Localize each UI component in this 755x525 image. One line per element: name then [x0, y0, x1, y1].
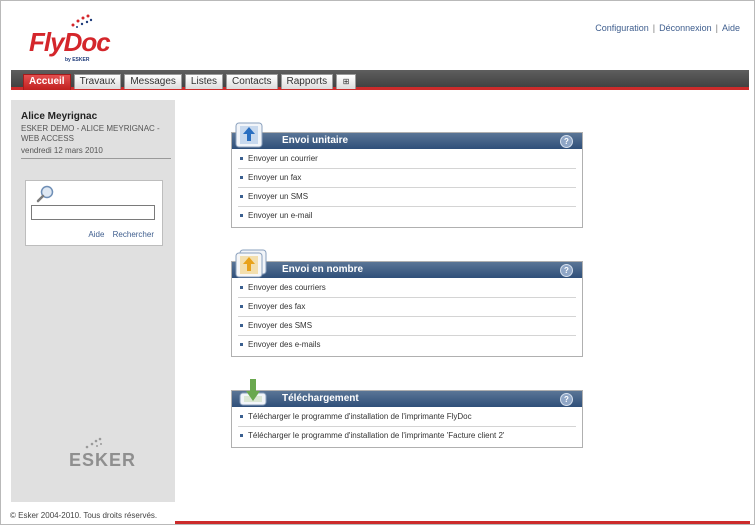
bullet-icon	[240, 176, 243, 179]
help-icon[interactable]: ?	[560, 393, 573, 406]
panel-header: Téléchargement ?	[232, 379, 582, 407]
tab-messages[interactable]: Messages	[124, 74, 182, 89]
magnifier-icon	[36, 185, 54, 203]
bullet-icon	[240, 214, 243, 217]
panel-header: Envoi unitaire ?	[232, 122, 582, 149]
list-item[interactable]: Envoyer des e-mails	[238, 335, 576, 354]
logo-text: FlyDoc	[29, 27, 111, 57]
search-input[interactable]	[31, 205, 155, 220]
user-name: Alice Meyrignac	[21, 111, 98, 122]
panel-download: Téléchargement ? Télécharger le programm…	[231, 379, 583, 448]
send-sms-link[interactable]: Envoyer un SMS	[248, 192, 308, 201]
help-icon[interactable]: ?	[560, 264, 573, 277]
panel-header: Envoi en nombre ?	[232, 249, 582, 278]
list-item[interactable]: Télécharger le programme d'installation …	[238, 426, 576, 445]
search-box: Aide Rechercher	[25, 180, 163, 246]
sidebar-divider	[21, 158, 171, 159]
bullet-icon	[240, 286, 243, 289]
send-fax-link[interactable]: Envoyer un fax	[248, 173, 301, 182]
panel-bulk-send: Envoi en nombre ? Envoyer des courriers …	[231, 249, 583, 357]
list-item[interactable]: Envoyer un courrier	[238, 150, 576, 168]
tab-bar: Accueil Travaux Messages Listes Contacts…	[23, 74, 357, 90]
help-icon[interactable]: ?	[560, 135, 573, 148]
list-item[interactable]: Envoyer un SMS	[238, 187, 576, 206]
list-item[interactable]: Envoyer des SMS	[238, 316, 576, 335]
list-item[interactable]: Envoyer des courriers	[238, 279, 576, 297]
panel-items: Envoyer des courriers Envoyer des fax En…	[232, 278, 582, 356]
tab-contacts[interactable]: Contacts	[226, 74, 278, 89]
list-item[interactable]: Télécharger le programme d'installation …	[238, 408, 576, 426]
flydoc-logo[interactable]: FlyDoc by ESKER	[29, 13, 119, 65]
download-flydoc-printer-link[interactable]: Télécharger le programme d'installation …	[248, 412, 472, 421]
esker-logo: ESKER	[69, 436, 149, 476]
logout-link[interactable]: Déconnexion	[659, 23, 712, 33]
tab-travaux[interactable]: Travaux	[73, 74, 122, 89]
list-item[interactable]: Envoyer des fax	[238, 297, 576, 316]
separator: |	[715, 23, 718, 33]
send-emails-link[interactable]: Envoyer des e-mails	[248, 340, 320, 349]
current-date: vendredi 12 mars 2010	[21, 146, 103, 155]
separator: |	[652, 23, 656, 33]
bullet-icon	[240, 195, 243, 198]
panel-title: Envoi en nombre	[282, 264, 364, 275]
top-links: Configuration | Déconnexion | Aide	[595, 23, 740, 33]
logo-subtext: by ESKER	[65, 57, 90, 63]
tab-rapports[interactable]: Rapports	[280, 74, 334, 89]
app-window: FlyDoc by ESKER Configuration | Déconnexio…	[0, 0, 755, 525]
panel-items: Télécharger le programme d'installation …	[232, 407, 582, 447]
bullet-icon	[240, 415, 243, 418]
copyright-footer: © Esker 2004-2010. Tous droits réservés.	[10, 511, 158, 520]
search-help-link[interactable]: Aide	[88, 230, 104, 239]
esker-logo-text: ESKER	[69, 450, 137, 470]
bullet-icon	[240, 157, 243, 160]
panel-title: Téléchargement	[282, 393, 359, 404]
list-item[interactable]: Envoyer un fax	[238, 168, 576, 187]
bulk-documents-icon	[235, 249, 267, 278]
tab-add-icon[interactable]: ⊞	[336, 74, 357, 89]
send-email-link[interactable]: Envoyer un e-mail	[248, 211, 312, 220]
panel-title: Envoi unitaire	[282, 135, 349, 146]
search-button-link[interactable]: Rechercher	[113, 230, 154, 239]
panel-single-send: Envoi unitaire ? Envoyer un courrier Env…	[231, 122, 583, 228]
bottom-red-line	[175, 521, 750, 524]
user-company: ESKER DEMO - ALICE MEYRIGNAC - WEB ACCES…	[21, 124, 160, 143]
esker-logo-dots-icon	[85, 437, 102, 449]
help-link[interactable]: Aide	[722, 23, 740, 33]
list-item[interactable]: Envoyer un e-mail	[238, 206, 576, 225]
bullet-icon	[240, 324, 243, 327]
sidebar: Alice Meyrignac ESKER DEMO - ALICE MEYRI…	[11, 100, 175, 502]
bullet-icon	[240, 305, 243, 308]
send-letter-link[interactable]: Envoyer un courrier	[248, 154, 318, 163]
search-links: Aide Rechercher	[82, 230, 154, 239]
tab-listes[interactable]: Listes	[184, 74, 224, 89]
panel-items: Envoyer un courrier Envoyer un fax Envoy…	[232, 149, 582, 227]
bullet-icon	[240, 343, 243, 346]
send-letters-link[interactable]: Envoyer des courriers	[248, 283, 326, 292]
tab-accueil[interactable]: Accueil	[23, 74, 71, 90]
send-faxes-link[interactable]: Envoyer des fax	[248, 302, 305, 311]
bullet-icon	[240, 434, 243, 437]
download-invoice-printer-link[interactable]: Télécharger le programme d'installation …	[248, 431, 504, 440]
upload-document-icon	[235, 122, 263, 148]
download-icon	[239, 379, 267, 406]
configuration-link[interactable]: Configuration	[595, 23, 649, 33]
send-smses-link[interactable]: Envoyer des SMS	[248, 321, 312, 330]
